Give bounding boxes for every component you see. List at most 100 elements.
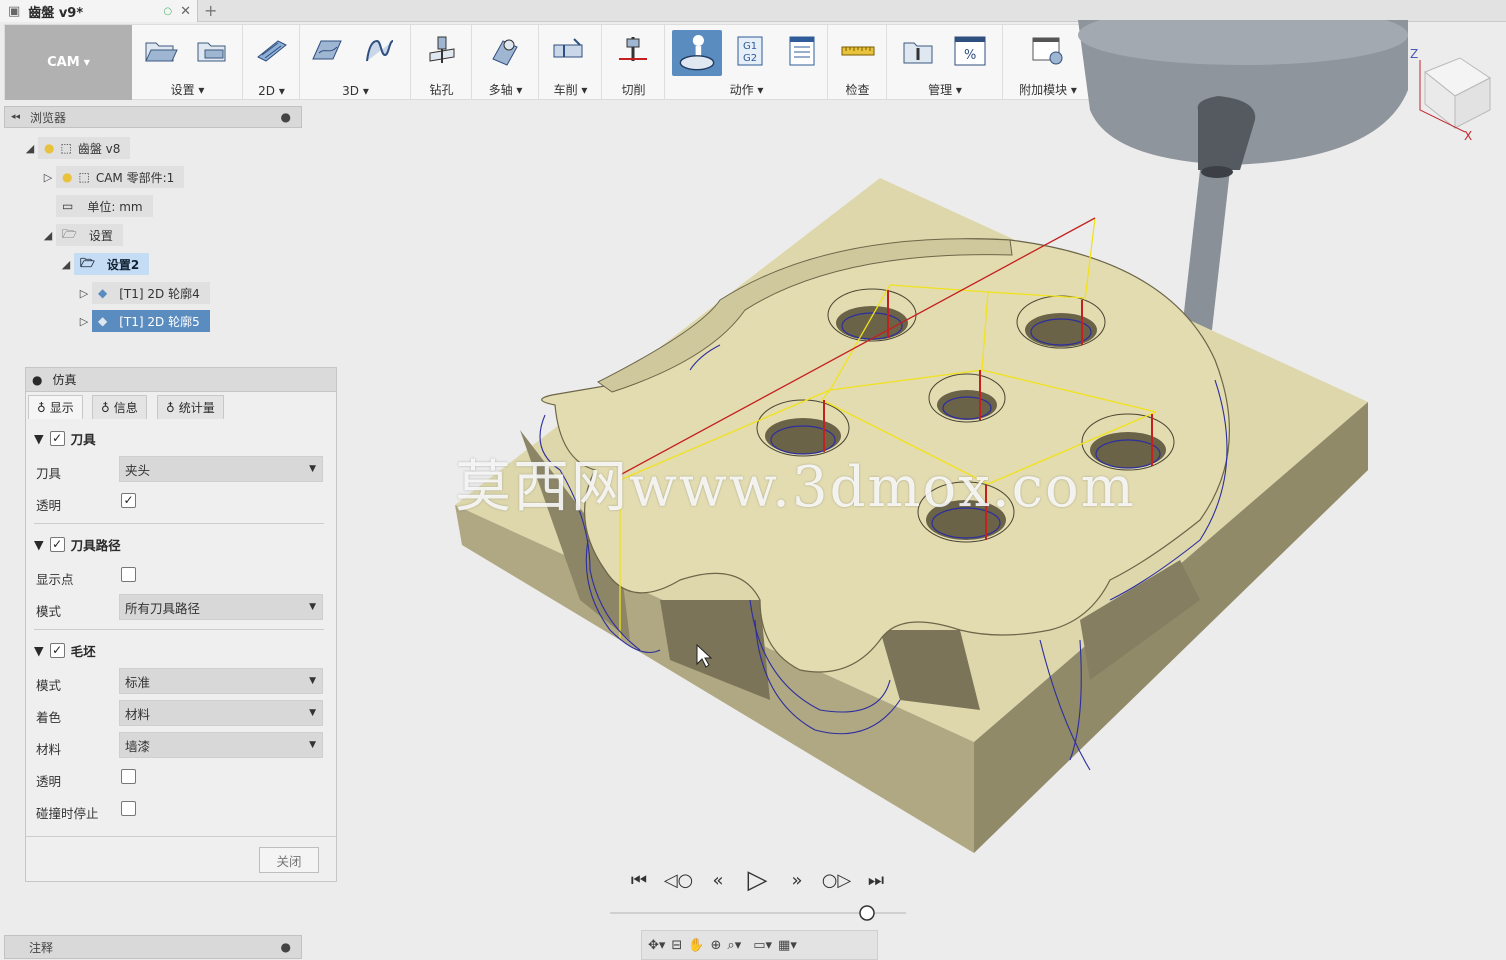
stock-material-label: 材料: [36, 742, 62, 757]
tree-item-units[interactable]: ▭ 单位: mm: [40, 195, 153, 217]
stock-color-label: 着色: [36, 710, 62, 725]
visibility-bulb-icon[interactable]: ●: [62, 170, 72, 184]
toolpath-mode-label: 模式: [36, 604, 62, 619]
navigation-bar: ✥▾ ⊟ ✋ ⊕ ⌕▾ ▭▾ ▦▾: [641, 930, 878, 960]
document-icon: ▭: [62, 199, 74, 213]
play-icon[interactable]: ▷: [744, 865, 772, 895]
expand-triangle-icon[interactable]: ◢: [22, 142, 38, 155]
view-cube[interactable]: Z X: [1410, 47, 1491, 143]
stock-section-header[interactable]: ▼ ✓ 毛坯: [34, 641, 96, 660]
go-to-end-icon[interactable]: ⏭: [862, 866, 890, 894]
2d-pocket-icon[interactable]: [254, 35, 290, 67]
bulb-icon: ♁: [37, 400, 46, 415]
tree-item-setup2[interactable]: ◢ 🗁 设置2: [58, 253, 150, 275]
collapse-arrows-icon[interactable]: ◂◂: [11, 112, 20, 122]
chevron-down-icon: ▼: [309, 676, 316, 686]
chevron-down-icon: ▼: [309, 464, 316, 474]
2d-group[interactable]: 2D ▾: [244, 25, 300, 100]
next-operation-icon[interactable]: ○▷: [822, 866, 852, 894]
chevron-down-icon: ▼: [83, 58, 90, 67]
visibility-bulb-icon[interactable]: ●: [44, 141, 54, 155]
expand-triangle-icon[interactable]: ◢: [40, 229, 56, 242]
document-title: 齒盤 v9*: [28, 5, 84, 21]
pin-icon[interactable]: ●: [281, 110, 291, 124]
simulation-title: 仿真: [52, 373, 77, 387]
folder-setup-icon[interactable]: [195, 35, 231, 67]
chevron-down-icon: ▼: [309, 602, 316, 612]
tree-item-root[interactable]: ◢ ● ⬚ 齒盤 v8: [22, 137, 131, 159]
operation-icon: ◆: [98, 314, 108, 328]
look-at-icon[interactable]: ⊟: [671, 938, 682, 953]
tree-item-cam-part[interactable]: ▷ ● ⬚ CAM 零部件:1: [40, 166, 185, 188]
component-icon: ⬚: [78, 170, 90, 184]
tab-bar: ▣ 齒盤 v9* ○ ✕ +: [0, 0, 1506, 22]
previous-operation-icon[interactable]: ◁○: [664, 866, 694, 894]
pan-icon[interactable]: ✋: [688, 938, 704, 953]
orbit-icon[interactable]: ✥▾: [648, 938, 665, 953]
chevron-down-icon: ▼: [309, 708, 316, 718]
info-icon: ♁: [101, 400, 110, 415]
close-button[interactable]: 关闭: [259, 847, 319, 873]
stock-material-select[interactable]: 墙漆 ▼: [119, 732, 323, 758]
tree-item-setups[interactable]: ◢ 🗁 设置: [40, 224, 123, 246]
tree-item-contour4[interactable]: ▷ ◆ [T1] 2D 轮廓4: [76, 282, 210, 304]
setup-group[interactable]: 设置 ▾: [133, 25, 243, 100]
watermark: 莫西网www.3dmox.com: [455, 455, 1136, 520]
chevron-down-icon: ▼: [309, 740, 316, 750]
stock-mode-label: 模式: [36, 678, 62, 693]
expand-triangle-icon[interactable]: ◢: [58, 258, 74, 271]
simulation-header[interactable]: ● 仿真: [26, 368, 336, 392]
toolpath-section-header[interactable]: ▼ ✓ 刀具路径: [34, 535, 121, 554]
tool-section-checkbox[interactable]: ✓: [49, 431, 65, 446]
collapse-triangle-icon[interactable]: ▼: [34, 537, 44, 552]
axis-z-label: Z: [1410, 47, 1418, 61]
workspace-switcher[interactable]: CAM ▼: [5, 25, 132, 100]
tool-transparent-label: 透明: [36, 498, 62, 513]
timeline-slider[interactable]: [610, 903, 910, 923]
tab-info[interactable]: ♁ 信息: [92, 395, 147, 419]
axis-x-label: X: [1464, 129, 1472, 143]
stock-color-select[interactable]: 材料 ▼: [119, 700, 323, 726]
step-back-icon[interactable]: «: [704, 866, 732, 894]
expand-triangle-icon[interactable]: ▷: [76, 315, 92, 328]
folder-open-icon[interactable]: [143, 35, 179, 67]
new-tab-button[interactable]: +: [204, 1, 217, 20]
notes-panel-header[interactable]: 注释 ●: [4, 935, 302, 959]
stock-section-checkbox[interactable]: ✓: [49, 643, 65, 658]
display-settings-icon[interactable]: ▭▾: [753, 938, 772, 953]
zoom-window-icon[interactable]: ⊕: [711, 938, 722, 953]
tool-section-header[interactable]: ▼ ✓ 刀具: [34, 429, 96, 448]
expand-triangle-icon[interactable]: ▷: [76, 287, 92, 300]
show-points-label: 显示点: [36, 572, 74, 587]
step-forward-icon[interactable]: »: [783, 866, 811, 894]
close-tab-icon[interactable]: ✕: [180, 4, 191, 19]
setup-label: 设置 ▾: [170, 83, 205, 97]
tab-statistics[interactable]: ♁ 统计量: [157, 395, 224, 419]
playback-controls: ⏮ ◁○ « ▷ » ○▷ ⏭: [625, 862, 890, 898]
slider-knob[interactable]: [859, 905, 875, 921]
tree-item-contour5[interactable]: ▷ ◆ [T1] 2D 轮廓5: [76, 310, 210, 332]
show-points-checkbox[interactable]: [121, 567, 136, 582]
go-to-start-icon[interactable]: ⏮: [625, 866, 653, 894]
document-tab[interactable]: ▣ 齒盤 v9* ○ ✕: [0, 0, 198, 22]
collapse-triangle-icon[interactable]: ▼: [34, 643, 44, 658]
saved-status-icon: ○: [163, 5, 173, 17]
tab-display[interactable]: ♁ 显示: [28, 395, 83, 419]
tool-shank: [1182, 170, 1230, 330]
stop-on-collision-label: 碰撞时停止: [36, 806, 99, 821]
toolpath-mode-select[interactable]: 所有刀具路径 ▼: [119, 594, 323, 620]
expand-triangle-icon[interactable]: ▷: [40, 171, 56, 184]
stock-transparent-checkbox[interactable]: [121, 769, 136, 784]
browser-header[interactable]: ◂◂ 浏览器 ●: [4, 106, 302, 128]
stop-on-collision-checkbox[interactable]: [121, 801, 136, 816]
toolpath-section-checkbox[interactable]: ✓: [49, 537, 65, 552]
collapse-triangle-icon[interactable]: ▼: [34, 431, 44, 446]
tool-select[interactable]: 夹头 ▼: [119, 456, 323, 482]
zoom-icon[interactable]: ⌕▾: [727, 938, 741, 953]
collapse-icon[interactable]: ●: [32, 373, 42, 387]
stock-mode-select[interactable]: 标准 ▼: [119, 668, 323, 694]
grid-icon[interactable]: ▦▾: [778, 938, 797, 953]
tool-transparent-checkbox[interactable]: ✓: [121, 493, 136, 508]
stats-icon: ♁: [166, 400, 175, 415]
pin-icon[interactable]: ●: [281, 940, 291, 954]
